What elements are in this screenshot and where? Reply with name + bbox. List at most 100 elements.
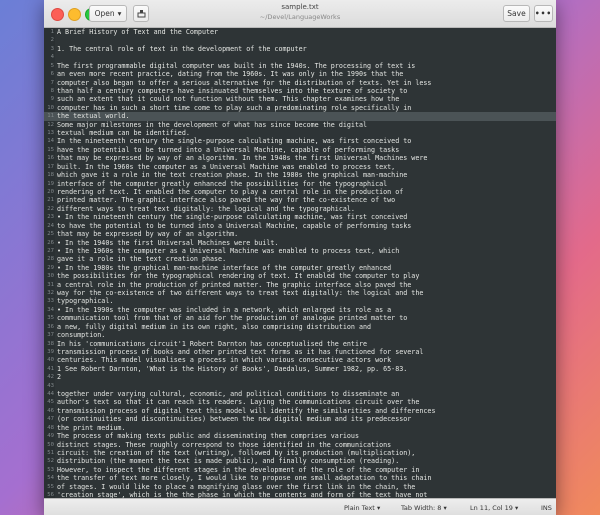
line-text: computer has in such a short time come t…	[57, 103, 412, 112]
editor-line[interactable]: 23 • In the nineteenth century the single…	[44, 213, 556, 221]
editor-line[interactable]: 42 2	[44, 373, 556, 381]
line-text: built. In the 1960s the computer as a Un…	[57, 162, 396, 171]
close-window-button[interactable]	[51, 8, 64, 21]
editor-line[interactable]: 56'creation stage', which is the the pha…	[44, 491, 556, 498]
save-button[interactable]: Save	[503, 5, 530, 22]
line-text: the print medium.	[57, 423, 126, 432]
line-text: of stages. I would like to place a magni…	[57, 482, 416, 491]
editor-line[interactable]: 11 the textual world.	[44, 112, 556, 121]
editor-line[interactable]: 32 way for the co-existence of two differ…	[44, 289, 556, 297]
line-text: 1 See Robert Darnton, 'What is the Histo…	[57, 364, 408, 373]
line-text: than half a century computers have insin…	[57, 86, 408, 95]
editor-line[interactable]: 53 However, to inspect the different stag…	[44, 466, 556, 474]
editor-line[interactable]: 4	[44, 53, 556, 61]
editor-line[interactable]: 20 rendering of text. It enabled the comp…	[44, 188, 556, 196]
editor-line[interactable]: 36 a new, fully digital medium in its own…	[44, 323, 556, 331]
editor-line[interactable]: 37 consumption.	[44, 331, 556, 339]
editor-line[interactable]: 55 of stages. I would like to place a mag…	[44, 483, 556, 491]
editor-line[interactable]: 33 typographical.	[44, 297, 556, 305]
editor-line[interactable]: 46 transmission process of digital text t…	[44, 407, 556, 415]
editor-line[interactable]: 9 such an extent that it could not functi…	[44, 95, 556, 103]
chevron-down-icon: ▾	[376, 504, 381, 512]
editor-line[interactable]: 8 than half a century computers have insi…	[44, 87, 556, 95]
cursor-position-label: Ln 11, Col 19	[470, 504, 513, 512]
minimize-window-button[interactable]	[68, 8, 81, 21]
editor-line[interactable]: 3 1. The central role of text in the deve…	[44, 45, 556, 53]
editor-line[interactable]: 14 In the nineteenth century the single-p…	[44, 137, 556, 145]
line-text: 'creation stage', which is the the phase…	[57, 491, 428, 498]
line-number: 19	[47, 180, 54, 187]
editor-line[interactable]: 17 built. In the 1960s the computer as a …	[44, 163, 556, 171]
line-number: 48	[47, 424, 54, 431]
editor-line[interactable]: 49 The process of making texts public and…	[44, 432, 556, 440]
editor-line[interactable]: 15 have the potential to be turned into a…	[44, 146, 556, 154]
line-number: 44	[47, 391, 54, 398]
editor-line[interactable]: 2	[44, 36, 556, 44]
editor-line[interactable]: 24 to have the potential to be turned int…	[44, 222, 556, 230]
chevron-down-icon: ▾	[514, 504, 519, 512]
editor-line[interactable]: 26 • In the 1940s the first Universal Mac…	[44, 239, 556, 247]
open-button[interactable]: Open ▾	[89, 5, 127, 22]
editor-line[interactable]: 16 that may be expressed by way of an alg…	[44, 154, 556, 162]
line-text: centuries. This model visualises a proce…	[57, 356, 392, 365]
line-number: 8	[50, 87, 54, 94]
editor-line[interactable]: 47 (or continuities and discontinuities) …	[44, 415, 556, 423]
editor-line[interactable]: 43	[44, 382, 556, 390]
line-number: 30	[47, 273, 54, 280]
editor-line[interactable]: 13 textual medium can be identified.	[44, 129, 556, 137]
line-number: 5	[50, 62, 54, 69]
editor-line[interactable]: 18 which gave it a role in the text creat…	[44, 171, 556, 179]
editor-line[interactable]: 29 • In the 1980s the graphical man-machi…	[44, 264, 556, 272]
line-number: 32	[47, 290, 54, 297]
line-number: 24	[47, 222, 54, 229]
editor-line[interactable]: 54 the transfer of text more closely, I w…	[44, 474, 556, 482]
editor-line[interactable]: 19 interface of the computer greatly enha…	[44, 180, 556, 188]
new-document-button[interactable]	[133, 5, 149, 22]
chevron-down-icon: ▾	[443, 504, 447, 512]
editor-line[interactable]: 5 The first programmable digital computer…	[44, 62, 556, 70]
editor-line[interactable]: 50 distinct stages. These roughly corresp…	[44, 441, 556, 449]
editor-line[interactable]: 31 a central role in the production of pr…	[44, 281, 556, 289]
language-selector[interactable]: Plain Text ▾	[344, 504, 380, 512]
cursor-position-selector[interactable]: Ln 11, Col 19 ▾	[470, 504, 518, 512]
line-number: 15	[47, 146, 54, 153]
editor-line[interactable]: 6 an even more recent practice, dating fr…	[44, 70, 556, 78]
editor-line[interactable]: 1A Brief History of Text and the Compute…	[44, 28, 556, 36]
insert-mode-indicator[interactable]: INS	[541, 504, 552, 512]
line-number: 35	[47, 315, 54, 322]
text-editor[interactable]: 1A Brief History of Text and the Compute…	[44, 28, 556, 498]
line-text: a central role in the production of prin…	[57, 280, 412, 289]
line-number: 34	[47, 306, 54, 313]
line-number: 22	[47, 205, 54, 212]
editor-line[interactable]: 35 communication tool from that of an aid…	[44, 314, 556, 322]
menu-button[interactable]: •••	[534, 5, 553, 22]
editor-line[interactable]: 38 In his 'communications circuit'1 Rober…	[44, 340, 556, 348]
editor-line[interactable]: 22 different ways to treat text digitally…	[44, 205, 556, 213]
editor-line[interactable]: 34 • In the 1990s the computer was includ…	[44, 306, 556, 314]
editor-line[interactable]: 21 printed matter. The graphic interface …	[44, 196, 556, 204]
line-text: a new, fully digital medium in its own r…	[57, 322, 372, 331]
editor-line[interactable]: 51 circuit: the creation of the text (wri…	[44, 449, 556, 457]
editor-line[interactable]: 7 computer also began to offer a serious …	[44, 79, 556, 87]
line-text: way for the co-existence of two differen…	[57, 289, 424, 298]
editor-line[interactable]: 30 the possibilities for the typographica…	[44, 272, 556, 280]
line-number: 11	[47, 113, 54, 120]
editor-line[interactable]: 48 the print medium.	[44, 424, 556, 432]
editor-line[interactable]: 10 computer has in such a short time come…	[44, 104, 556, 112]
line-number: 38	[47, 340, 54, 347]
editor-line[interactable]: 45 author's text so that it can reach its…	[44, 398, 556, 406]
editor-line[interactable]: 27 • In the 1960s the computer as a Unive…	[44, 247, 556, 255]
editor-line[interactable]: 25 that may be expressed by way of an alg…	[44, 230, 556, 238]
line-number: 12	[47, 121, 54, 128]
line-number: 56	[47, 492, 54, 498]
editor-line[interactable]: 44 together under varying cultural, econo…	[44, 390, 556, 398]
editor-line[interactable]: 12 Some major milestones in the developme…	[44, 121, 556, 129]
chevron-down-icon: ▾	[117, 9, 122, 18]
editor-line[interactable]: 41 1 See Robert Darnton, 'What is the His…	[44, 365, 556, 373]
tab-width-selector[interactable]: Tab Width: 8 ▾	[401, 504, 447, 512]
editor-line[interactable]: 39 transmission process of books and othe…	[44, 348, 556, 356]
editor-line[interactable]: 40 centuries. This model visualises a pro…	[44, 356, 556, 364]
window-title: sample.txt	[281, 3, 319, 11]
editor-line[interactable]: 52 distribution (the moment the text is m…	[44, 457, 556, 465]
editor-line[interactable]: 28 gave it a role in the text creation ph…	[44, 255, 556, 263]
